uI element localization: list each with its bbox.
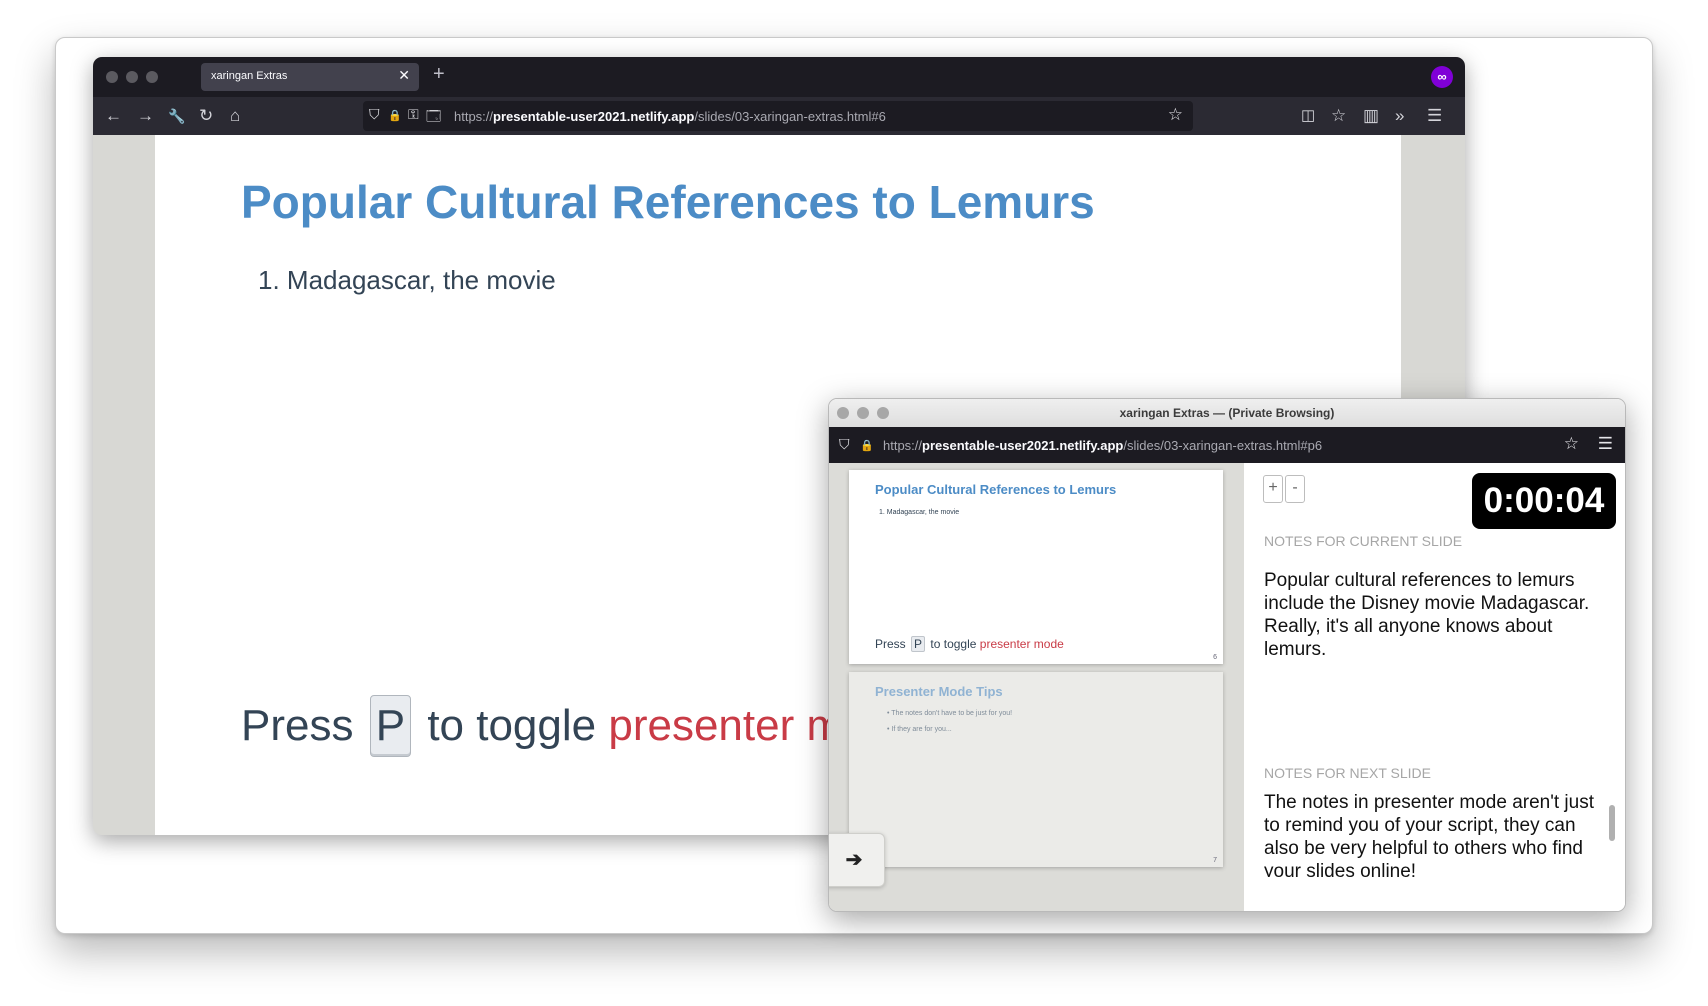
presenter-window: xaringan Extras — (Private Browsing) ⛉ 🔒… <box>828 398 1626 912</box>
back-icon[interactable]: ← <box>105 106 122 126</box>
zoom-in-button[interactable]: + <box>1263 475 1283 503</box>
url-path: /slides/03-xaringan-extras.html#p6 <box>1123 438 1323 453</box>
notes-current-label: NOTES FOR CURRENT SLIDE <box>1264 533 1463 549</box>
notes-pane: + - 0:00:04 NOTES FOR CURRENT SLIDE Popu… <box>1244 463 1625 911</box>
key-p: P <box>369 695 412 757</box>
new-tab-button[interactable]: + <box>433 63 445 86</box>
zoom-out-button[interactable]: - <box>1285 475 1305 503</box>
url-text[interactable]: https://presentable-user2021.netlify.app… <box>454 109 886 124</box>
url-path: /slides/03-xaringan-extras.html#6 <box>694 109 886 124</box>
library-icon[interactable]: ☆ <box>1331 106 1346 126</box>
pocket-icon[interactable]: ◫ <box>1301 106 1315 126</box>
notes-next-text: The notes in presenter mode aren't just … <box>1264 792 1594 877</box>
next-slide-thumbnail: Presenter Mode Tips • The notes don't ha… <box>849 672 1223 867</box>
presenter-url-text[interactable]: https://presentable-user2021.netlify.app… <box>883 438 1322 453</box>
permissions-icon[interactable]: ⚿ <box>408 106 419 123</box>
url-scheme: https:// <box>454 109 494 124</box>
page-icon[interactable]: 🗔 <box>426 106 441 130</box>
url-scheme: https:// <box>883 438 923 453</box>
url-host: presentable-user2021.netlify.app <box>493 109 695 124</box>
press-middle: to toggle <box>930 637 977 651</box>
notes-scrollbar[interactable] <box>1609 805 1615 841</box>
menu-icon[interactable]: ☰ <box>1598 434 1613 454</box>
slide-preview-pane: Popular Cultural References to Lemurs 1.… <box>829 463 1244 911</box>
shield-icon[interactable]: ⛉ <box>839 436 850 453</box>
forward-icon[interactable]: → <box>137 106 154 126</box>
presenter-window-title: xaringan Extras — (Private Browsing) <box>1119 406 1335 420</box>
press-highlight: presenter mode <box>979 637 1064 651</box>
tab-xaringan-extras[interactable]: xaringan Extras ✕ <box>201 63 419 91</box>
url-bar[interactable]: ⛉ 🔒 ⚿ 🗔 https://presentable-user2021.net… <box>363 101 1193 131</box>
thumb-press-hint: Press P to toggle presenter mode <box>875 636 1064 652</box>
slide-press-hint: Press P to toggle presenter mo <box>241 695 868 757</box>
url-host: presentable-user2021.netlify.app <box>922 438 1124 453</box>
overflow-icon[interactable]: » <box>1395 106 1404 126</box>
wrench-icon[interactable]: 🔧 <box>168 106 185 126</box>
thumb-list-item: 1. Madagascar, the movie <box>879 509 960 516</box>
navigation-toolbar: ← → 🔧 ↻ ⌂ ⛉ 🔒 ⚿ 🗔 https://presentable-us… <box>93 97 1465 135</box>
lock-icon[interactable]: 🔒 <box>860 439 874 452</box>
private-browsing-icon: ∞ <box>1431 66 1453 88</box>
notes-next-label: NOTES FOR NEXT SLIDE <box>1264 765 1431 781</box>
reload-icon[interactable]: ↻ <box>199 106 213 126</box>
presenter-url-bar[interactable]: ⛉ 🔒 https://presentable-user2021.netlify… <box>829 427 1625 463</box>
current-slide-thumbnail: Popular Cultural References to Lemurs 1.… <box>849 470 1223 664</box>
next-slide-button[interactable]: ➔ <box>829 833 885 887</box>
press-prefix: Press <box>241 701 354 750</box>
bookmark-star-icon[interactable]: ☆ <box>1564 434 1579 454</box>
thumb-title: Presenter Mode Tips <box>875 684 1003 699</box>
notes-current-text: Popular cultural references to lemurs in… <box>1264 570 1590 660</box>
close-window-button[interactable] <box>106 71 118 83</box>
key-p: P <box>911 636 926 652</box>
minimize-window-button[interactable] <box>126 71 138 83</box>
home-icon[interactable]: ⌂ <box>230 106 240 126</box>
tab-title: xaringan Extras <box>211 70 288 82</box>
slide-list-item: 1. Madagascar, the movie <box>258 265 556 295</box>
sidebar-icon[interactable]: ▥ <box>1363 106 1379 126</box>
press-middle: to toggle <box>427 701 597 750</box>
press-prefix: Press <box>875 637 906 651</box>
slide-number: 7 <box>1213 857 1217 864</box>
thumb-bullet: • If they are for you... <box>887 726 952 733</box>
lock-icon[interactable]: 🔒 <box>388 109 402 122</box>
slide-number: 6 <box>1213 654 1217 661</box>
bookmark-star-icon[interactable]: ☆ <box>1168 105 1183 125</box>
presentation-timer[interactable]: 0:00:04 <box>1472 473 1616 529</box>
thumb-bullet: • The notes don't have to be just for yo… <box>887 710 1013 717</box>
slide-title: Popular Cultural References to Lemurs <box>241 176 1095 228</box>
thumb-title: Popular Cultural References to Lemurs <box>875 482 1117 497</box>
presenter-title-bar: xaringan Extras — (Private Browsing) <box>829 399 1625 428</box>
menu-icon[interactable]: ☰ <box>1427 106 1442 126</box>
shield-icon[interactable]: ⛉ <box>369 106 380 123</box>
close-icon[interactable]: ✕ <box>398 67 410 84</box>
zoom-window-button[interactable] <box>146 71 158 83</box>
tab-bar: xaringan Extras ✕ + ∞ <box>93 57 1465 97</box>
